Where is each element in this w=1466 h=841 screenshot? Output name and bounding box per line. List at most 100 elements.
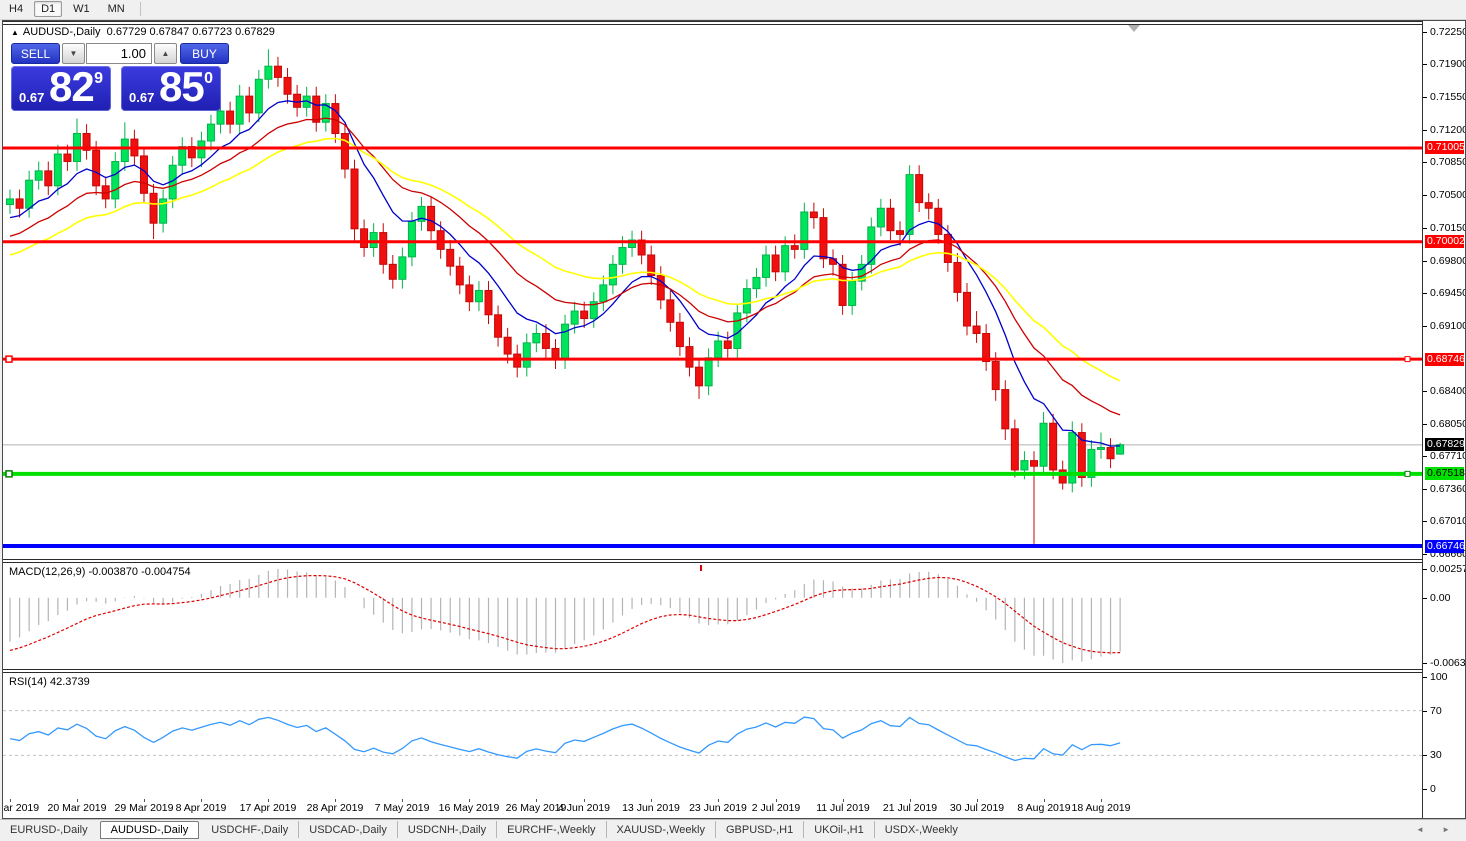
axis-tick-mark bbox=[1423, 755, 1427, 756]
buy-button[interactable]: BUY bbox=[180, 43, 229, 64]
chart-tab-eurusd-daily[interactable]: EURUSD-,Daily bbox=[0, 821, 98, 838]
date-tick-label: 11 Jul 2019 bbox=[816, 802, 870, 814]
axis-tick-mark bbox=[1423, 130, 1427, 131]
trading-platform: H4D1W1MN ▲ AUDUSD-,Daily 0.67729 0.67847 … bbox=[0, 0, 1466, 841]
date-tick-label: 21 Jul 2019 bbox=[883, 802, 937, 814]
rsi-tick-label: 100 bbox=[1430, 671, 1448, 683]
axis-tick-mark bbox=[1423, 789, 1427, 790]
price-tick-label: 0.70150 bbox=[1430, 222, 1466, 234]
hline-price-label: 0.71005 bbox=[1425, 141, 1464, 154]
buy-price-big: 85 bbox=[159, 63, 204, 111]
hline-price-label: 0.70002 bbox=[1425, 235, 1464, 248]
price-tick-label: 0.67360 bbox=[1430, 483, 1466, 495]
date-tick-label: 8 Aug 2019 bbox=[1017, 802, 1070, 814]
axis-tick-mark bbox=[1423, 162, 1427, 163]
price-tick-label: 0.71900 bbox=[1430, 58, 1466, 70]
axis-tick-mark bbox=[1423, 97, 1427, 98]
price-tick-label: 0.68400 bbox=[1430, 385, 1466, 397]
price-tick-label: 0.71200 bbox=[1430, 124, 1466, 136]
price-tick-label: 0.69450 bbox=[1430, 287, 1466, 299]
chart-tab-usdx-weekly[interactable]: USDX-,Weekly bbox=[874, 821, 968, 838]
axis-tick-mark bbox=[1423, 228, 1427, 229]
date-tick-label: 8 Apr 2019 bbox=[176, 802, 227, 814]
chart-tab-usdcad-daily[interactable]: USDCAD-,Daily bbox=[298, 821, 397, 838]
timeframe-button-mn[interactable]: MN bbox=[101, 1, 132, 17]
date-tick-label: 29 Mar 2019 bbox=[115, 802, 174, 814]
chart-ohlc-values: 0.67729 0.67847 0.67723 0.67829 bbox=[107, 26, 275, 38]
price-tick-label: 0.67010 bbox=[1430, 515, 1466, 527]
rsi-chart-canvas[interactable] bbox=[3, 673, 1422, 799]
axis-tick-mark bbox=[1423, 569, 1427, 570]
chart-tab-xauusd-weekly[interactable]: XAUUSD-,Weekly bbox=[606, 821, 715, 838]
axis-tick-mark bbox=[1423, 711, 1427, 712]
date-tick-label: 2 Jul 2019 bbox=[752, 802, 800, 814]
macd-indicator-label: MACD(12,26,9) -0.003870 -0.004754 bbox=[9, 566, 191, 578]
rsi-tick-label: 70 bbox=[1430, 705, 1442, 717]
hline-price-label: 0.67518 bbox=[1425, 467, 1464, 480]
rsi-tick-label: 0 bbox=[1430, 783, 1436, 795]
chart-symbol-label: AUDUSD-,Daily bbox=[23, 26, 101, 38]
volume-increase-button[interactable]: ▲ bbox=[154, 43, 177, 64]
axis-tick-mark bbox=[1423, 32, 1427, 33]
chart-tab-bar: EURUSD-,DailyAUDUSD-,DailyUSDCHF-,DailyU… bbox=[0, 819, 1466, 841]
price-tick-label: 0.68050 bbox=[1430, 418, 1466, 430]
macd-tick-label: 0.00 bbox=[1430, 592, 1450, 604]
axis-tick-mark bbox=[1423, 598, 1427, 599]
axis-tick-mark bbox=[1423, 677, 1427, 678]
date-tick-label: 28 Apr 2019 bbox=[307, 802, 364, 814]
one-click-trade-panel: SELL ▼ ▲ BUY 0.67 82 9 0.67 85 0 bbox=[11, 43, 229, 113]
timeframe-toolbar: H4D1W1MN bbox=[0, 0, 1466, 20]
price-tick-label: 0.69100 bbox=[1430, 320, 1466, 332]
chart-tab-usdchf-daily[interactable]: USDCHF-,Daily bbox=[201, 821, 298, 838]
date-tick-label: 13 Jun 2019 bbox=[622, 802, 680, 814]
axis-tick-mark bbox=[1423, 293, 1427, 294]
chart-symbol-header: ▲ AUDUSD-,Daily 0.67729 0.67847 0.67723 0… bbox=[11, 26, 275, 38]
hline-price-label: 0.68746 bbox=[1425, 353, 1464, 366]
chart-tab-gbpusd-h1[interactable]: GBPUSD-,H1 bbox=[715, 821, 803, 838]
current-price-label: 0.67829 bbox=[1425, 438, 1464, 451]
axis-tick-mark bbox=[1423, 554, 1427, 555]
chart-tab-audusd-daily[interactable]: AUDUSD-,Daily bbox=[100, 821, 200, 839]
axis-tick-mark bbox=[1423, 64, 1427, 65]
axis-tick-mark bbox=[1423, 195, 1427, 196]
sell-price-box[interactable]: 0.67 82 9 bbox=[11, 66, 111, 111]
macd-tick-label: -0.006326 bbox=[1430, 657, 1466, 669]
chart-window: ▲ AUDUSD-,Daily 0.67729 0.67847 0.67723 0… bbox=[2, 20, 1466, 819]
volume-input[interactable] bbox=[86, 43, 152, 64]
price-tick-label: 0.72250 bbox=[1430, 26, 1466, 38]
date-tick-label: 11 Mar 2019 bbox=[2, 802, 39, 814]
buy-price-box[interactable]: 0.67 85 0 bbox=[121, 66, 221, 111]
axis-tick-mark bbox=[1423, 424, 1427, 425]
price-axis: 0.722500.719000.715500.712000.708500.705… bbox=[1422, 21, 1465, 818]
macd-tick-label: 0.002574 bbox=[1430, 563, 1466, 575]
sell-price-sup: 9 bbox=[94, 70, 103, 88]
chart-tab-usdcnh-daily[interactable]: USDCNH-,Daily bbox=[397, 821, 496, 838]
timeframe-button-w1[interactable]: W1 bbox=[66, 1, 97, 17]
sell-price-small: 0.67 bbox=[19, 90, 44, 105]
chart-tab-eurchf-weekly[interactable]: EURCHF-,Weekly bbox=[496, 821, 605, 838]
date-tick-label: 17 Apr 2019 bbox=[240, 802, 297, 814]
rsi-indicator-label: RSI(14) 42.3739 bbox=[9, 676, 90, 688]
date-tick-label: 7 May 2019 bbox=[375, 802, 430, 814]
macd-chart-canvas[interactable] bbox=[3, 563, 1422, 669]
chart-shift-marker-icon[interactable] bbox=[1128, 25, 1140, 32]
rsi-tick-label: 30 bbox=[1430, 749, 1442, 761]
date-axis: 11 Mar 201920 Mar 201929 Mar 20198 Apr 2… bbox=[3, 799, 1422, 818]
date-tick-label: 23 Jun 2019 bbox=[689, 802, 747, 814]
timeframe-button-d1[interactable]: D1 bbox=[34, 1, 62, 17]
panel-splitter[interactable] bbox=[3, 21, 1422, 25]
buy-price-sup: 0 bbox=[204, 70, 213, 88]
collapse-triangle-icon[interactable]: ▲ bbox=[11, 28, 19, 37]
date-tick-label: 4 Jun 2019 bbox=[558, 802, 610, 814]
tab-scroll-arrows[interactable]: ◄ ► bbox=[1416, 825, 1458, 834]
price-tick-label: 0.70850 bbox=[1430, 156, 1466, 168]
chart-tab-ukoil-h1[interactable]: UKOil-,H1 bbox=[803, 821, 874, 838]
hline-price-label: 0.66746 bbox=[1425, 540, 1464, 553]
sell-price-big: 82 bbox=[49, 63, 94, 111]
timeframe-button-h4[interactable]: H4 bbox=[2, 1, 30, 17]
axis-tick-mark bbox=[1423, 326, 1427, 327]
date-tick-label: 16 May 2019 bbox=[439, 802, 500, 814]
volume-decrease-button[interactable]: ▼ bbox=[62, 43, 85, 64]
sell-button[interactable]: SELL bbox=[11, 43, 60, 64]
axis-tick-mark bbox=[1423, 261, 1427, 262]
